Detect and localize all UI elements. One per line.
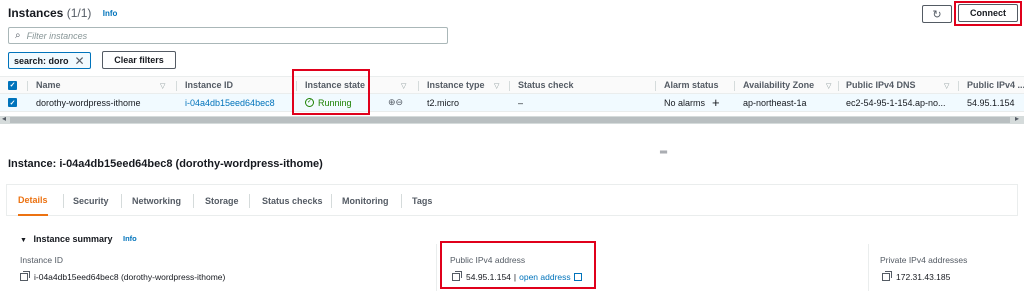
instance-count: (1/1)	[66, 6, 92, 20]
resize-handle-icon[interactable]: ═	[660, 147, 667, 158]
highlight-connect	[954, 1, 1022, 26]
scroll-right-icon[interactable]: ▸	[1015, 114, 1019, 123]
summary-label: Instance summary	[33, 234, 113, 244]
horizontal-scrollbar[interactable]: ◂ ▸	[0, 114, 1024, 124]
clear-filters-button[interactable]: Clear filters	[102, 51, 176, 69]
sort-icon[interactable]: ▽	[494, 82, 499, 90]
instance-id-label: Instance ID	[20, 255, 63, 265]
table-row[interactable]: ✓ dorothy-wordpress-ithome i-04a4db15eed…	[0, 94, 1024, 112]
scroll-left-icon[interactable]: ◂	[2, 114, 6, 123]
page-title: Instances (1/1) Info	[8, 6, 117, 20]
column-instance-type[interactable]: Instance type	[427, 77, 485, 93]
table-header: ✓ Name ▽ Instance ID Instance state ▽ In…	[0, 76, 1024, 94]
filter-token-label: search: doro	[14, 55, 69, 66]
detail-title: Instance: i-04a4db15eed64bec8 (dorothy-w…	[8, 158, 323, 170]
cell-public-dns: ec2-54-95-1-154.ap-no...	[846, 97, 946, 108]
cell-instance-id-link[interactable]: i-04a4db15eed64bec8	[185, 94, 275, 111]
caret-down-icon: ▼	[20, 237, 27, 244]
tab-tags[interactable]: Tags	[412, 185, 432, 216]
scrollbar-thumb[interactable]	[10, 117, 1010, 123]
refresh-icon: ↻	[932, 8, 942, 21]
search-placeholder: Filter instances	[26, 30, 88, 41]
copy-icon[interactable]	[20, 271, 30, 281]
summary-info-link[interactable]: Info	[123, 234, 137, 243]
info-link[interactable]: Info	[103, 9, 118, 18]
highlight-public-ip	[440, 241, 596, 289]
tab-security[interactable]: Security	[73, 185, 109, 216]
private-ip-text: 172.31.43.185	[896, 272, 951, 282]
filter-token[interactable]: search: doro ✕	[8, 52, 91, 69]
add-alarm-icon[interactable]: +	[712, 94, 720, 111]
column-availability-zone[interactable]: Availability Zone	[743, 77, 814, 93]
cell-name: dorothy-wordpress-ithome	[36, 97, 141, 108]
title-text: Instances	[8, 6, 64, 20]
row-checkbox[interactable]: ✓	[8, 98, 17, 107]
instance-summary-header[interactable]: ▼ Instance summary Info	[20, 234, 137, 244]
column-public-dns[interactable]: Public IPv4 DNS	[846, 77, 916, 93]
tab-status-checks[interactable]: Status checks	[262, 185, 323, 216]
cell-availability-zone: ap-northeast-1a	[743, 97, 807, 108]
search-icon: ⌕	[15, 30, 21, 41]
instance-id-text: i-04a4db15eed64bec8 (dorothy-wordpress-i…	[34, 272, 226, 282]
cell-status-check: –	[518, 97, 524, 108]
instance-id-value: i-04a4db15eed64bec8 (dorothy-wordpress-i…	[20, 271, 226, 282]
copy-icon[interactable]	[882, 271, 892, 281]
refresh-button[interactable]: ↻	[922, 5, 952, 23]
sort-icon[interactable]: ▽	[401, 82, 406, 90]
sort-icon[interactable]: ▽	[944, 82, 949, 90]
private-ip-label: Private IPv4 addresses	[880, 255, 968, 265]
detail-tabs: Details Security Networking Storage Stat…	[6, 184, 1018, 216]
tab-storage[interactable]: Storage	[205, 185, 239, 216]
select-all-checkbox[interactable]: ✓	[8, 80, 17, 90]
column-name[interactable]: Name	[36, 77, 61, 93]
tab-monitoring[interactable]: Monitoring	[342, 185, 389, 216]
column-alarm-status[interactable]: Alarm status	[664, 77, 719, 93]
highlight-instance-state	[292, 69, 370, 115]
search-input[interactable]: ⌕ Filter instances	[8, 27, 448, 44]
close-icon[interactable]: ✕	[75, 54, 85, 68]
cell-public-ipv4: 54.95.1.154	[967, 97, 1015, 108]
tab-details[interactable]: Details	[18, 185, 48, 216]
sort-icon[interactable]: ▽	[826, 82, 831, 90]
cell-instance-type: t2.micro	[427, 97, 460, 108]
tab-networking[interactable]: Networking	[132, 185, 181, 216]
column-instance-id[interactable]: Instance ID	[185, 77, 233, 93]
sort-icon[interactable]: ▽	[160, 82, 165, 90]
cell-alarm-status: No alarms	[664, 97, 706, 108]
column-public-ipv4[interactable]: Public IPv4 ...	[967, 77, 1024, 93]
column-status-check[interactable]: Status check	[518, 77, 574, 93]
zoom-icons[interactable]: ⊕⊖	[388, 94, 403, 111]
private-ip-value: 172.31.43.185	[882, 271, 951, 282]
